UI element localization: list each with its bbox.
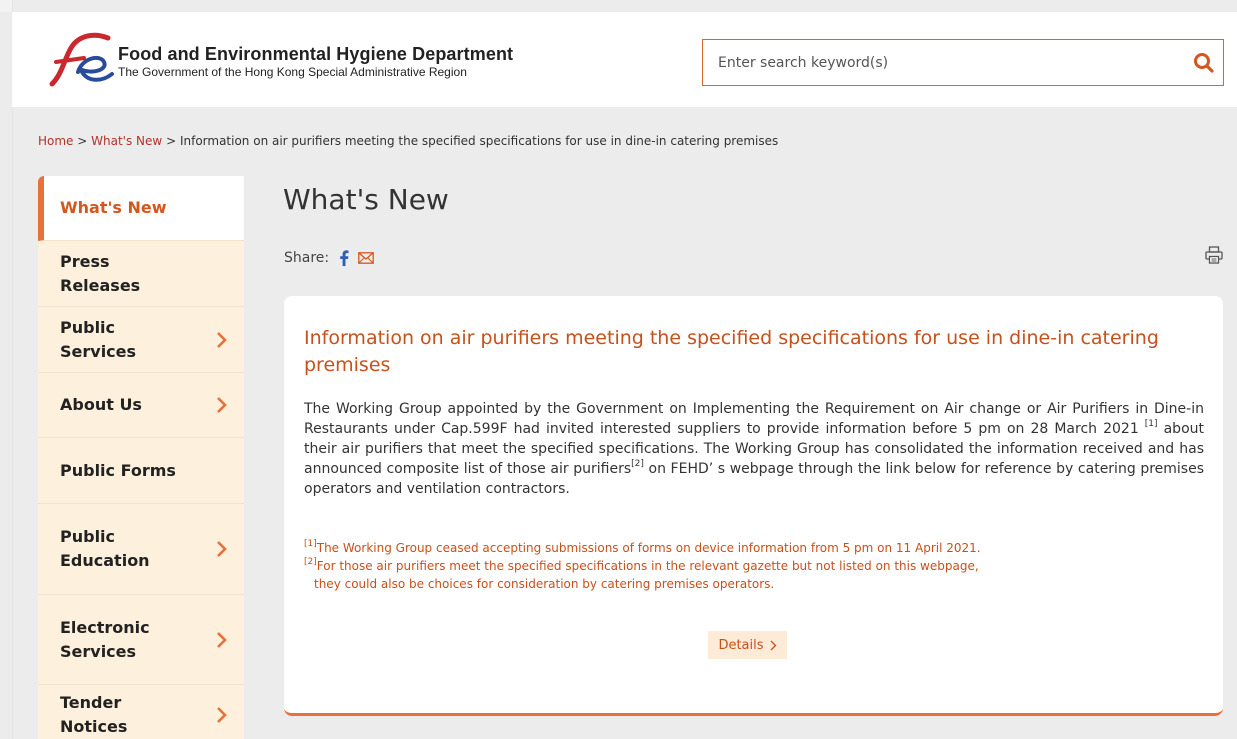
- chevron-right-icon: [770, 640, 776, 650]
- chevron-right-icon: [217, 397, 227, 413]
- footnotes: [1]The Working Group ceased accepting su…: [304, 539, 981, 593]
- sidebar-nav: What's New Press Releases Public Service…: [38, 176, 244, 739]
- sidebar-item-whats-new[interactable]: What's New: [38, 176, 244, 241]
- body-text-part: The Working Group appointed by the Gover…: [304, 401, 1204, 437]
- news-card: Information on air purifiers meeting the…: [284, 296, 1223, 716]
- share-bar: Share:: [284, 250, 374, 266]
- footnote-text: For those air purifiers meet the specifi…: [316, 559, 979, 573]
- sidebar-item-label: Public Forms: [60, 460, 176, 480]
- page-title: What's New: [283, 183, 449, 216]
- sidebar-item-label: Press Releases: [60, 251, 141, 295]
- breadcrumb-home-link[interactable]: Home: [38, 134, 73, 148]
- site-header: Food and Environmental Hygiene Departmen…: [12, 12, 1237, 107]
- footnote-2-continued: they could also be choices for considera…: [314, 577, 775, 591]
- sidebar-item-public-forms[interactable]: Public Forms: [38, 438, 244, 504]
- details-label: Details: [718, 637, 764, 653]
- sidebar-item-label: About Us: [60, 395, 142, 414]
- footnote-marker: [1]: [304, 539, 317, 549]
- search-box: [702, 39, 1224, 86]
- sidebar-item-public-services[interactable]: Public Services: [38, 307, 244, 373]
- sidebar-item-label: Electronic Services: [60, 617, 150, 661]
- chevron-right-icon: [217, 706, 227, 723]
- search-input[interactable]: [703, 40, 1173, 85]
- breadcrumb-whats-new-link[interactable]: What's New: [91, 134, 162, 148]
- sidebar-item-label: Public Education: [60, 527, 150, 570]
- breadcrumb-separator: >: [77, 134, 88, 148]
- sidebar-item-electronic-services[interactable]: Electronic Services: [38, 595, 244, 685]
- chevron-right-icon: [217, 631, 227, 648]
- footnote-1: [1]The Working Group ceased accepting su…: [304, 539, 981, 557]
- footnote-text: The Working Group ceased accepting submi…: [316, 541, 981, 555]
- print-icon[interactable]: [1205, 246, 1223, 264]
- sidebar-item-tender-notices[interactable]: Tender Notices: [38, 685, 244, 739]
- government-name: The Government of the Hong Kong Special …: [118, 65, 467, 79]
- sidebar-item-label: Public Services: [60, 317, 137, 361]
- fehd-logo-icon[interactable]: [38, 28, 118, 92]
- chevron-right-icon: [217, 331, 227, 348]
- sidebar-item-label: What's New: [60, 198, 167, 217]
- search-icon[interactable]: [1191, 50, 1217, 76]
- footnote-ref-1: [1]: [1144, 419, 1158, 429]
- news-card-body: The Working Group appointed by the Gover…: [304, 399, 1204, 499]
- sidebar-item-public-education[interactable]: Public Education: [38, 504, 244, 595]
- sidebar-item-about-us[interactable]: About Us: [38, 373, 244, 438]
- breadcrumb: Home > What's New > Information on air p…: [38, 134, 778, 148]
- breadcrumb-separator: >: [166, 134, 177, 148]
- facebook-icon[interactable]: [339, 250, 349, 266]
- department-name[interactable]: Food and Environmental Hygiene Departmen…: [118, 44, 513, 65]
- share-label: Share:: [284, 250, 330, 266]
- breadcrumb-current: Information on air purifiers meeting the…: [179, 134, 779, 148]
- chevron-right-icon: [217, 541, 227, 557]
- sidebar-item-press-releases[interactable]: Press Releases: [38, 241, 244, 307]
- details-button[interactable]: Details: [708, 631, 787, 659]
- footnote-2: [2]For those air purifiers meet the spec…: [304, 557, 981, 575]
- news-card-title: Information on air purifiers meeting the…: [304, 327, 1159, 376]
- sidebar-item-label: Tender Notices: [60, 692, 128, 736]
- footnote-ref-2: [2]: [631, 459, 644, 469]
- email-icon[interactable]: [358, 252, 374, 264]
- footnote-marker: [2]: [304, 557, 317, 567]
